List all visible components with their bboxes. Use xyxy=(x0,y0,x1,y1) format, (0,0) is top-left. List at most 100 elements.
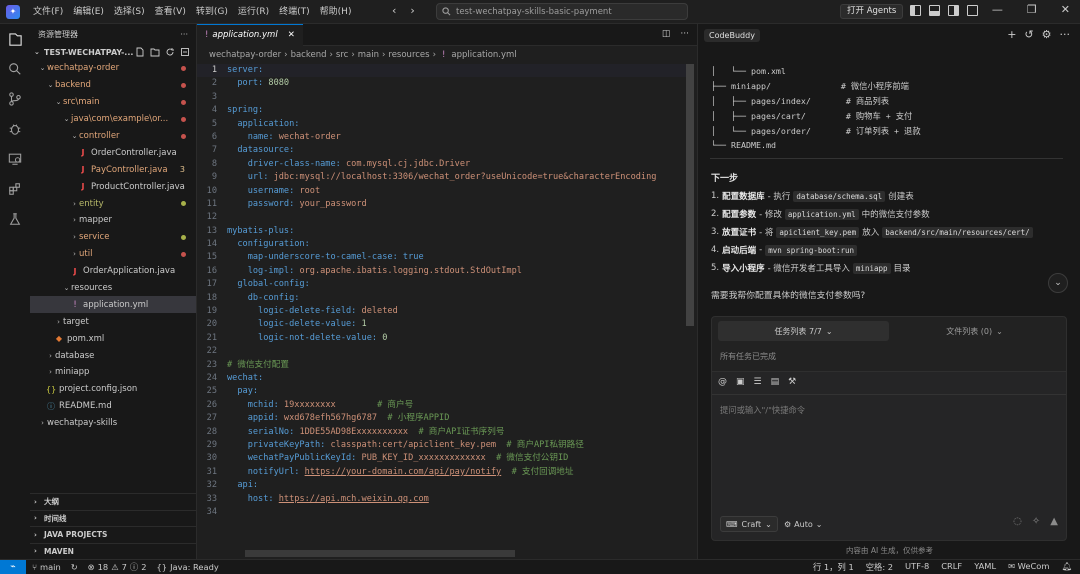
tree-item[interactable]: › target xyxy=(30,313,196,330)
breadcrumb-item[interactable]: backend xyxy=(291,50,327,60)
tree-item[interactable]: ⌄ wechatpay-order xyxy=(30,60,196,77)
close-icon[interactable]: ✕ xyxy=(1061,3,1070,16)
rules-icon[interactable]: ☰ xyxy=(754,377,762,387)
codebuddy-tab[interactable]: CodeBuddy xyxy=(704,29,760,42)
breadcrumb-item[interactable]: application.yml xyxy=(451,50,516,60)
enhance-sparkle-icon[interactable]: ✧ xyxy=(1032,516,1040,527)
menu-item[interactable]: 选择(S) xyxy=(109,0,150,24)
line-ending[interactable]: CRLF xyxy=(941,561,962,573)
maximize-icon[interactable]: ❐ xyxy=(1027,3,1037,16)
search-view-icon[interactable] xyxy=(7,61,23,77)
send-icon[interactable]: ▲ xyxy=(1050,516,1058,527)
cursor-position[interactable]: 行 1，列 1 xyxy=(813,561,854,573)
tab-task-list[interactable]: 任务列表 7/7 ⌄ xyxy=(718,321,889,341)
remote-indicator-icon[interactable]: ⌁ xyxy=(0,559,26,574)
sync-icon[interactable]: ↻ xyxy=(71,562,78,572)
section-java-projects[interactable]: › JAVA PROJECTS xyxy=(30,526,196,543)
tree-item[interactable]: ⓘ README.md xyxy=(30,398,196,415)
toggle-secondary-sidebar-icon[interactable] xyxy=(948,5,959,16)
breadcrumb-item[interactable]: main xyxy=(358,50,379,60)
tree-item[interactable]: J OrderApplication.java xyxy=(30,263,196,280)
java-status[interactable]: {} Java: Ready xyxy=(157,562,219,572)
tree-item[interactable]: ⌄ src\main xyxy=(30,94,196,111)
history-icon[interactable]: ↺ xyxy=(1024,28,1033,41)
scroll-down-chevron-icon[interactable]: ⌄ xyxy=(1048,273,1068,293)
image-icon[interactable]: ▣ xyxy=(736,377,745,387)
remote-explorer-icon[interactable] xyxy=(7,151,23,167)
section-timeline[interactable]: › 时间线 xyxy=(30,509,196,527)
tree-item[interactable]: › mapper xyxy=(30,212,196,229)
encoding[interactable]: UTF-8 xyxy=(905,561,929,573)
notifications-bell-icon[interactable]: 🔔︎ xyxy=(1061,561,1072,573)
wecom-status[interactable]: ✉ WeCom xyxy=(1008,561,1049,573)
toggle-primary-sidebar-icon[interactable] xyxy=(910,5,921,16)
explorer-icon[interactable] xyxy=(7,31,23,47)
collapse-all-icon[interactable] xyxy=(180,47,190,57)
workspace-root[interactable]: ⌄ TEST-WECHATPAY-... xyxy=(30,44,196,60)
command-center-search[interactable]: test-wechatpay-skills-basic-payment xyxy=(436,3,688,20)
new-chat-icon[interactable]: + xyxy=(1007,28,1016,41)
split-editor-icon[interactable]: ◫ xyxy=(662,29,671,39)
tree-item[interactable]: {} project.config.json xyxy=(30,381,196,398)
tree-item[interactable]: › service xyxy=(30,229,196,246)
breadcrumb-item[interactable]: resources xyxy=(388,50,429,60)
menu-item[interactable]: 查看(V) xyxy=(150,0,191,24)
section-outline[interactable]: › 大纲 xyxy=(30,493,196,510)
tree-item[interactable]: ⌄ java\com\example\or... xyxy=(30,111,196,128)
source-control-icon[interactable] xyxy=(7,91,23,107)
menu-item[interactable]: 终端(T) xyxy=(274,0,315,24)
editor-more-icon[interactable]: ··· xyxy=(680,29,689,39)
tree-item[interactable]: J OrderController.java xyxy=(30,144,196,161)
editor-vertical-scrollbar[interactable] xyxy=(686,64,694,326)
menu-item[interactable]: 文件(F) xyxy=(28,0,68,24)
indentation[interactable]: 空格: 2 xyxy=(866,561,893,573)
new-file-icon[interactable] xyxy=(135,47,145,57)
chat-input[interactable]: 提问或输入"/"快捷命令 xyxy=(720,404,805,416)
tree-item[interactable]: › database xyxy=(30,347,196,364)
tree-item[interactable]: J PayController.java 3 xyxy=(30,161,196,178)
breadcrumb-item[interactable]: src xyxy=(336,50,348,60)
menu-item[interactable]: 转到(G) xyxy=(191,0,233,24)
open-agents-button[interactable]: 打开 Agents xyxy=(840,4,904,19)
section-maven[interactable]: › MAVEN xyxy=(30,542,196,560)
run-debug-icon[interactable] xyxy=(7,121,23,137)
tree-item[interactable]: › wechatpay-skills xyxy=(30,415,196,432)
language-mode[interactable]: YAML xyxy=(974,561,996,573)
tab-close-icon[interactable]: ✕ xyxy=(288,30,295,40)
tree-item[interactable]: ⌄ resources xyxy=(30,280,196,297)
minimize-icon[interactable]: — xyxy=(992,3,1003,16)
more-actions-icon[interactable]: ··· xyxy=(180,30,188,39)
menu-item[interactable]: 帮助(H) xyxy=(315,0,357,24)
tab-file-list[interactable]: 文件列表 (0) ⌄ xyxy=(889,321,1060,341)
extensions-icon[interactable] xyxy=(7,181,23,197)
breadcrumb-item[interactable]: wechatpay-order xyxy=(209,50,281,60)
settings-gear-icon[interactable]: ⚙ xyxy=(1042,28,1052,41)
tools-icon[interactable]: ⚒ xyxy=(788,377,796,387)
panel-more-icon[interactable]: ··· xyxy=(1060,28,1071,41)
refresh-icon[interactable] xyxy=(165,47,175,57)
tree-item[interactable]: › util xyxy=(30,246,196,263)
new-folder-icon[interactable] xyxy=(150,47,160,57)
tree-item[interactable]: ! application.yml xyxy=(30,296,196,314)
customize-layout-icon[interactable] xyxy=(967,5,978,16)
model-selector[interactable]: ⚙ Auto ⌄ xyxy=(784,516,822,532)
code-editor[interactable]: 1 server: 2 port: 8080 3 4 spring: 5 applicati… xyxy=(197,64,687,559)
menu-item[interactable]: 编辑(E) xyxy=(68,0,109,24)
tree-item[interactable]: ◆ pom.xml xyxy=(30,330,196,347)
book-icon[interactable]: ▤ xyxy=(771,377,780,387)
tree-item[interactable]: › miniapp xyxy=(30,364,196,381)
tree-item[interactable]: ⌄ controller xyxy=(30,128,196,145)
craft-mode-dropdown[interactable]: ⌨ Craft ⌄ xyxy=(720,516,778,532)
mention-icon[interactable]: @ xyxy=(718,377,727,387)
git-branch[interactable]: ⑂ main xyxy=(32,562,61,572)
editor-horizontal-scrollbar[interactable] xyxy=(245,550,515,557)
tree-item[interactable]: ⌄ backend xyxy=(30,77,196,94)
toggle-panel-icon[interactable] xyxy=(929,5,940,16)
tab-application-yml[interactable]: ! application.yml ✕ xyxy=(197,23,303,46)
menu-item[interactable]: 运行(R) xyxy=(233,0,274,24)
problems-indicator[interactable]: ⊗ 18 ⚠ 7 ⓘ 2 xyxy=(88,561,147,573)
tree-item[interactable]: J ProductController.java xyxy=(30,178,196,195)
forward-arrow-icon[interactable]: › xyxy=(410,4,414,17)
tree-item[interactable]: › entity xyxy=(30,195,196,212)
back-arrow-icon[interactable]: ‹ xyxy=(392,4,396,17)
